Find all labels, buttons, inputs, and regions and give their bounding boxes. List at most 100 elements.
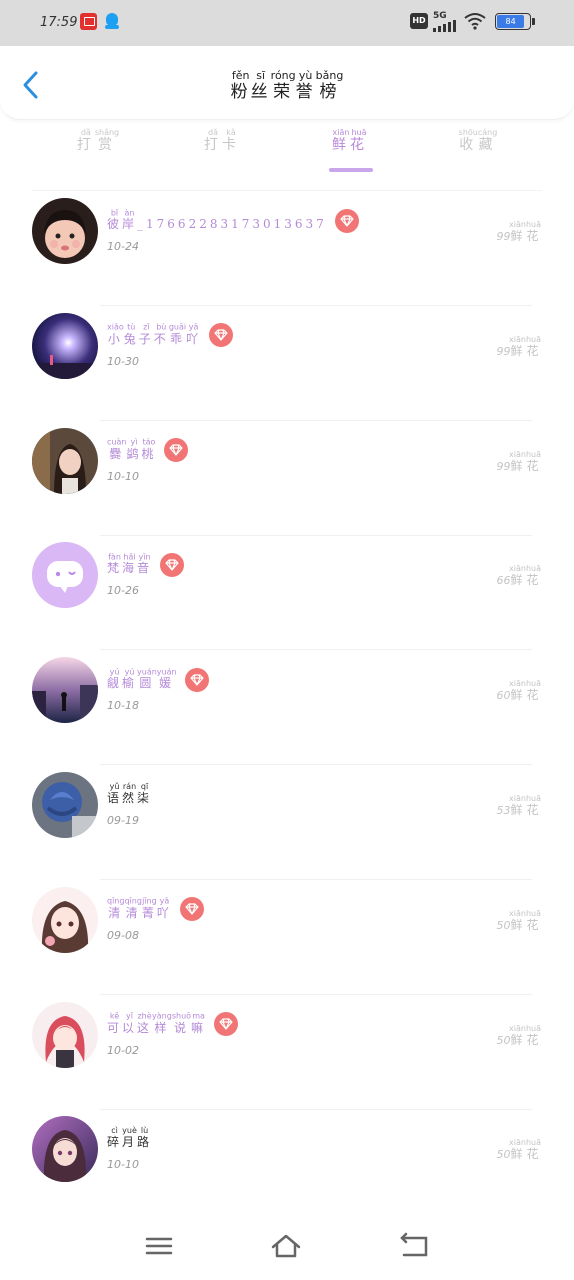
char: 清qīng	[124, 897, 141, 921]
tab-dashang[interactable]: 打dǎ赏shǎng	[38, 128, 158, 154]
list-item[interactable]: 彼bǐ岸àn_17662283173013637 10-24 99鲜xiān花huā	[0, 192, 574, 306]
char-pinyin: xiān	[509, 334, 526, 344]
char: 清qīng	[107, 897, 124, 921]
char-pinyin: bǎng	[315, 69, 344, 82]
char: 誉yù	[295, 69, 316, 102]
char-pinyin: tù	[123, 322, 139, 332]
char-pinyin: yǔ	[107, 782, 122, 791]
avatar[interactable]	[32, 657, 98, 724]
char: 花huā	[350, 128, 368, 153]
char-pinyin: xiǎo	[107, 322, 124, 332]
avatar[interactable]	[32, 427, 98, 494]
char-pinyin: xiān	[509, 679, 526, 689]
char-pinyin: fàn	[107, 552, 123, 562]
flower-count: 99鲜xiān花huā	[496, 335, 541, 359]
char-han: 爨	[107, 446, 127, 461]
char-han: 鲜	[509, 1032, 526, 1047]
char-pinyin: fěn	[230, 69, 251, 82]
avatar[interactable]	[32, 542, 98, 609]
char-han: 小	[107, 331, 124, 346]
char-han: 打	[76, 137, 95, 153]
char: 音yīn	[137, 552, 152, 576]
char-han: 鲜	[509, 803, 526, 817]
char: 子zǐ	[139, 323, 154, 347]
char-pinyin: yì	[126, 437, 142, 447]
char: 兔tù	[123, 323, 139, 347]
char: 花huā	[526, 909, 541, 933]
list-item[interactable]: 清qīng清qīng菁jīng吖yā 09-08 50鲜xiān花huā	[0, 881, 574, 995]
char-han: 这	[137, 1020, 153, 1035]
list-item[interactable]: 爨cuàn鹢yì桃táo 10-10 99鲜xiān花huā	[0, 422, 574, 536]
char-han: 兔	[123, 331, 139, 346]
char: 赏shǎng	[94, 128, 120, 153]
char-han: _17662283173013637	[137, 217, 327, 231]
char-han: 说	[171, 1020, 192, 1035]
char-han: 样	[152, 1020, 172, 1035]
menu-icon	[145, 1237, 173, 1255]
char: 鲜xiān	[509, 909, 526, 933]
char-pinyin: yuán	[156, 667, 177, 677]
char-pinyin: jīng	[141, 896, 157, 906]
char-pinyin: huā	[525, 679, 541, 689]
tab-daka[interactable]: 打dǎ卡kǎ	[162, 128, 282, 154]
avatar[interactable]	[32, 772, 98, 838]
char-han: 柒	[137, 791, 153, 805]
char-pinyin: shuō	[171, 1011, 192, 1021]
char-pinyin: xiān	[509, 564, 526, 574]
char-han: 乖	[168, 331, 187, 346]
char-han: 桃	[141, 446, 157, 461]
flower-count: 99鲜xiān花huā	[496, 220, 541, 244]
user-name: 可kě以yǐ这zhè样yàng说shuō嘛ma	[107, 1011, 239, 1040]
char-pinyin: huā	[525, 908, 541, 918]
char-han: 花	[525, 1032, 541, 1047]
char: 菁jīng	[141, 897, 157, 921]
char-han: 不	[153, 331, 169, 346]
char: 梵fàn	[107, 552, 122, 576]
char-han: 鲜	[509, 1147, 526, 1162]
char: 柒qī	[137, 782, 153, 806]
char-han: 菁	[141, 905, 157, 920]
char-han: 粉	[230, 82, 251, 102]
avatar[interactable]	[32, 886, 98, 953]
avatar[interactable]	[32, 198, 98, 264]
back-nav-button[interactable]	[398, 1232, 430, 1260]
date: 10-10	[107, 1158, 139, 1172]
char: 碎cì	[107, 1126, 122, 1150]
char: 岸àn	[122, 208, 137, 232]
avatar[interactable]	[32, 1001, 98, 1068]
avatar[interactable]	[32, 1116, 98, 1183]
list-item[interactable]: 觎yú榆yú圆yuán媛yuán 10-18 60鲜xiān花huā	[0, 651, 574, 766]
menu-button[interactable]	[143, 1232, 175, 1260]
home-button[interactable]	[270, 1232, 302, 1260]
char: 然rán	[122, 782, 137, 806]
char: 打dǎ	[204, 128, 222, 153]
list-item[interactable]: 语yǔ然rán柒qī 09-19 53鲜xiān花huā	[0, 766, 574, 880]
char-han: 榜	[315, 82, 344, 102]
list-item[interactable]: 梵fàn海hǎi音yīn 10-26 66鲜xiān花huā	[0, 536, 574, 651]
char-pinyin: huā	[525, 1138, 541, 1148]
char: 鲜xiān	[332, 128, 350, 153]
char-han: 誉	[295, 82, 316, 102]
char: 花huā	[526, 794, 541, 818]
char-pinyin: àn	[122, 208, 138, 217]
char-pinyin: yā	[186, 322, 202, 332]
char-han: 赏	[94, 137, 120, 153]
vip-diamond-icon	[209, 323, 234, 348]
char-han: 吖	[156, 905, 172, 920]
char: 打dǎ	[76, 128, 95, 153]
tab-shoucang[interactable]: 收shōu藏cáng	[418, 128, 538, 154]
avatar[interactable]	[32, 312, 98, 379]
char: 花huā	[526, 450, 541, 474]
list-item[interactable]: 碎cì月yuè路lù 10-10 50鲜xiān花huā	[0, 1110, 574, 1225]
flower-count: 99鲜xiān花huā	[496, 450, 541, 474]
char: 觎yú	[107, 667, 122, 691]
list-item[interactable]: 可kě以yǐ这zhè样yàng说shuō嘛ma 10-02 50鲜xiān花huā	[0, 996, 574, 1110]
char: 鲜xiān	[509, 1138, 526, 1162]
char-han: 鲜	[332, 137, 350, 153]
tab-xianhua[interactable]: 鲜xiān花huā	[290, 128, 410, 154]
hd-voice-icon: HD	[410, 13, 428, 29]
user-name: 小xiǎo兔tù子zǐ不bù乖guāi吖yā	[107, 322, 234, 351]
char-han: 花	[525, 688, 541, 703]
list-item[interactable]: 小xiǎo兔tù子zǐ不bù乖guāi吖yā 10-30 99鲜xiān花huā	[0, 307, 574, 421]
char-pinyin: xiān	[509, 794, 526, 803]
